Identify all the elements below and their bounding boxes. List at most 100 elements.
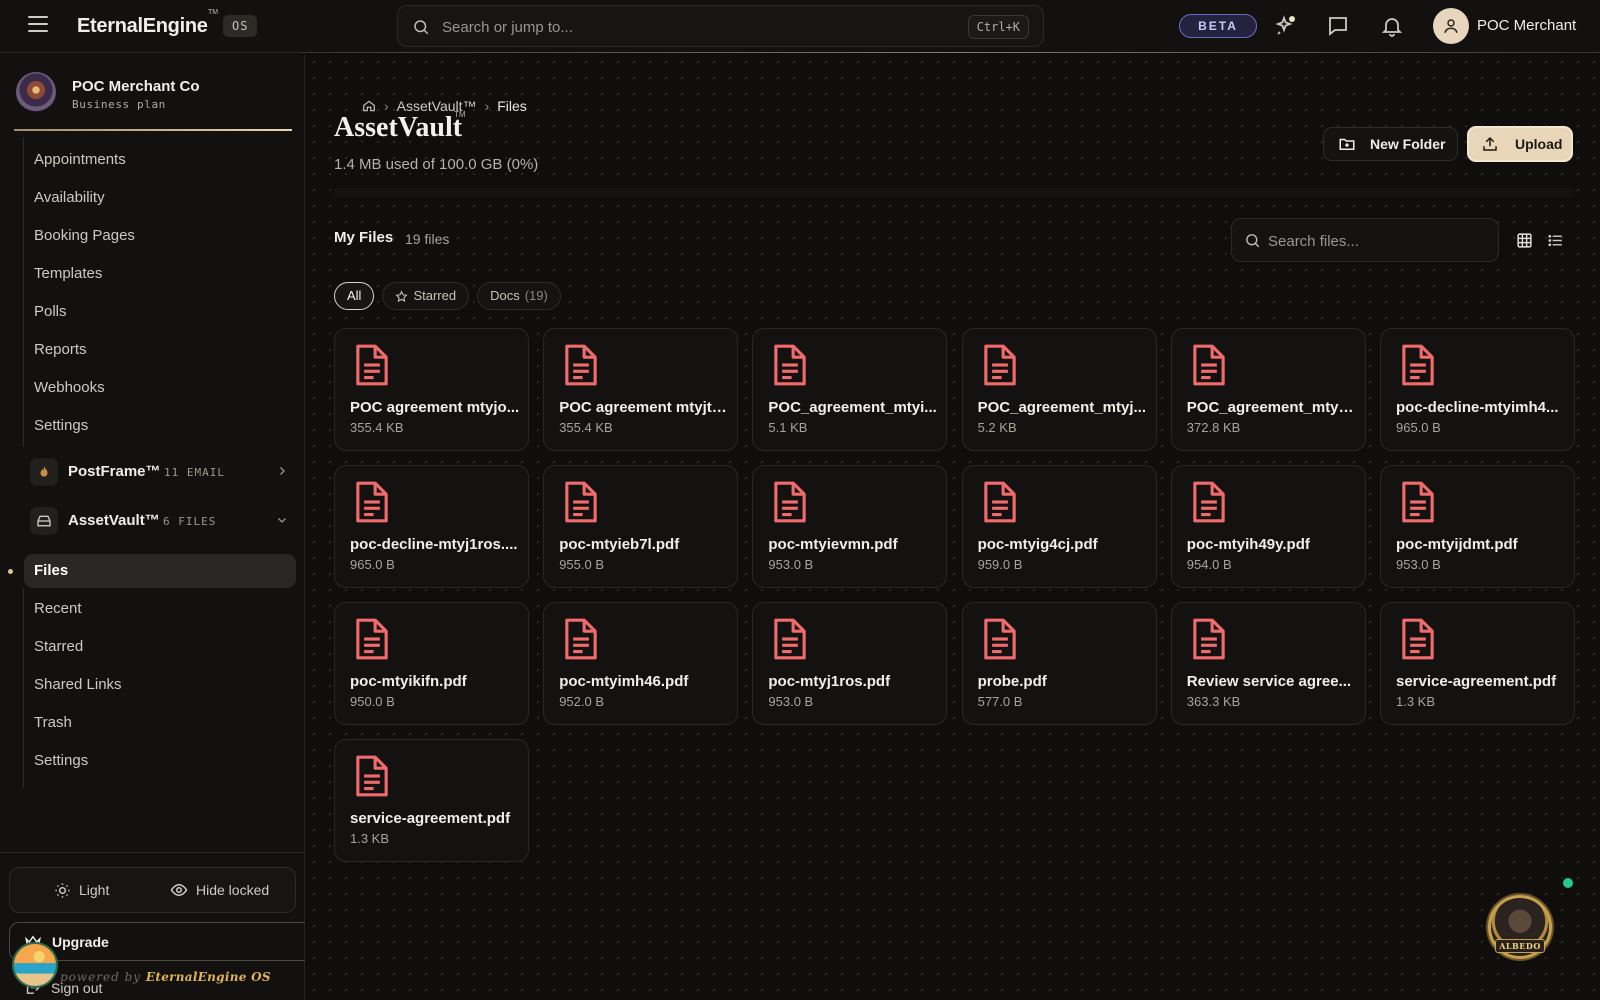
chevron-down-icon: [278, 518, 286, 523]
file-name: poc-mtyih49y.pdf: [1186, 536, 1310, 553]
filter-all-label: All: [347, 288, 362, 303]
pdf-file-icon: [774, 481, 807, 523]
sidebar-item-reports[interactable]: Reports: [34, 333, 87, 367]
list-view-icon[interactable]: [1540, 225, 1570, 255]
sidebar-item-trash[interactable]: Trash: [34, 706, 72, 740]
file-card[interactable]: poc-mtyieb7l.pdf 955.0 B: [543, 465, 739, 588]
theme-toggle[interactable]: Light: [54, 868, 109, 912]
sidebar-item-appointments[interactable]: Appointments: [34, 143, 126, 177]
file-card[interactable]: poc-mtyj1ros.pdf 953.0 B: [752, 602, 948, 725]
file-size: 1.3 KB: [1396, 694, 1436, 709]
pdf-file-icon: [565, 344, 597, 386]
brand-logo[interactable]: EternalEngine: [77, 15, 208, 38]
file-card[interactable]: poc-decline-mtyj1ros.... 965.0 B: [334, 465, 529, 588]
file-card[interactable]: poc-mtyih49y.pdf 954.0 B: [1170, 465, 1366, 588]
new-folder-label: New Folder: [1370, 136, 1446, 152]
sidebar-item-files[interactable]: Files: [24, 554, 296, 588]
new-folder-button[interactable]: New Folder: [1323, 127, 1458, 161]
file-card[interactable]: poc-mtyikifn.pdf 950.0 B: [334, 602, 529, 725]
file-card[interactable]: service-agreement.pdf 1.3 KB: [334, 739, 529, 862]
pdf-file-icon: [565, 618, 597, 660]
page-title: AssetVault: [334, 112, 463, 143]
pdf-file-icon: [1402, 618, 1434, 660]
pdf-file-icon: [774, 344, 807, 386]
sparkle-icon[interactable]: [1274, 14, 1300, 40]
sidebar-item-templates[interactable]: Templates: [34, 257, 102, 291]
filter-chips: All Starred Docs (19): [334, 282, 561, 310]
profile-avatar[interactable]: [12, 942, 58, 988]
sidebar-item-availability[interactable]: Availability: [34, 181, 105, 215]
file-search[interactable]: [1231, 218, 1499, 262]
file-card[interactable]: POC agreement mtyjt5... 355.4 KB: [543, 328, 739, 451]
file-size: 363.3 KB: [1186, 694, 1241, 709]
pdf-file-icon: [774, 618, 807, 660]
sidebar: POC Merchant Co Business plan Appointmen…: [0, 54, 305, 1000]
file-card[interactable]: poc-mtyijdmt.pdf 953.0 B: [1380, 465, 1575, 588]
sidebar-group-postframe[interactable]: PostFrame™ 11 EMAIL: [30, 455, 292, 489]
grid-view-icon[interactable]: [1509, 225, 1539, 255]
file-name: service-agreement.pdf: [1396, 673, 1557, 690]
file-name: poc-mtyikifn.pdf: [350, 673, 467, 690]
upload-button[interactable]: Upload: [1467, 126, 1573, 162]
filter-all[interactable]: All: [334, 282, 375, 310]
user-avatar[interactable]: [1433, 8, 1469, 44]
chat-icon[interactable]: [1326, 14, 1352, 40]
online-status-indicator: [1563, 878, 1573, 888]
sidebar-item-vault-settings[interactable]: Settings: [34, 744, 88, 778]
sidebar-item-settings[interactable]: Settings: [34, 409, 88, 443]
file-card[interactable]: probe.pdf 577.0 B: [961, 602, 1157, 725]
file-card[interactable]: poc-decline-mtyimh4... 965.0 B: [1380, 328, 1575, 451]
file-size: 953.0 B: [1396, 557, 1441, 572]
org-switcher[interactable]: POC Merchant Co Business plan: [16, 70, 291, 132]
sidebar-group-assetvault[interactable]: AssetVault™ 6 FILES: [30, 504, 292, 538]
file-size: 5.1 KB: [768, 420, 808, 435]
hide-locked-label: Hide locked: [196, 882, 270, 898]
file-size: 965.0 B: [350, 557, 395, 572]
bell-icon[interactable]: [1380, 14, 1406, 40]
file-card[interactable]: poc-mtyievmn.pdf 953.0 B: [752, 465, 948, 588]
file-count: 19 files: [405, 231, 450, 247]
upload-label: Upload: [1515, 136, 1563, 152]
sidebar-item-starred[interactable]: Starred: [34, 630, 83, 664]
sidebar-item-shared-links[interactable]: Shared Links: [34, 668, 122, 702]
nav-guide-line: [23, 138, 24, 446]
pdf-file-icon: [1193, 344, 1225, 386]
file-card[interactable]: poc-mtyig4cj.pdf 959.0 B: [961, 465, 1157, 588]
breadcrumb-separator-icon: ›: [484, 98, 490, 114]
menu-icon[interactable]: [28, 16, 48, 36]
sidebar-item-booking-pages[interactable]: Booking Pages: [34, 219, 135, 253]
user-name[interactable]: POC Merchant: [1477, 17, 1576, 34]
shortcut-hint: Ctrl+K: [967, 15, 1029, 39]
sun-icon: [55, 882, 70, 898]
sidebar-item-webhooks[interactable]: Webhooks: [34, 371, 105, 405]
file-name: POC_agreement_mtyjt...: [1186, 399, 1357, 416]
pdf-file-icon: [565, 481, 597, 523]
filter-starred[interactable]: Starred: [382, 282, 470, 310]
home-icon[interactable]: [362, 99, 376, 113]
filter-docs[interactable]: Docs (19): [477, 282, 561, 310]
upload-icon: [1483, 136, 1497, 151]
sidebar-item-polls[interactable]: Polls: [34, 295, 67, 329]
file-name: POC agreement mtyjo...: [350, 399, 520, 416]
file-card[interactable]: poc-mtyimh46.pdf 952.0 B: [543, 602, 739, 725]
pdf-file-icon: [1193, 481, 1225, 523]
main-content: › AssetVault™ › Files AssetVault TM 1.4 …: [306, 54, 1600, 1000]
file-search-input[interactable]: [1268, 231, 1483, 251]
file-card[interactable]: Review service agree... 363.3 KB: [1170, 602, 1366, 725]
global-search[interactable]: Ctrl+K: [397, 5, 1044, 47]
file-card[interactable]: POC_agreement_mtyj... 5.2 KB: [961, 328, 1157, 451]
pdf-file-icon: [1402, 344, 1434, 386]
sidebar-item-recent[interactable]: Recent: [34, 592, 82, 626]
file-card[interactable]: service-agreement.pdf 1.3 KB: [1380, 602, 1575, 725]
file-card[interactable]: POC_agreement_mtyi... 5.1 KB: [752, 328, 948, 451]
pdf-file-icon: [356, 481, 388, 523]
assetvault-icon: [30, 507, 58, 535]
assetvault-meta: 6 FILES: [163, 515, 217, 528]
file-name: poc-mtyimh46.pdf: [559, 673, 689, 690]
file-card[interactable]: POC_agreement_mtyjt... 372.8 KB: [1170, 328, 1366, 451]
file-card[interactable]: POC agreement mtyjo... 355.4 KB: [334, 328, 529, 451]
powered-by: powered by EternalEngine OS: [60, 970, 271, 984]
file-size: 577.0 B: [977, 694, 1023, 709]
global-search-input[interactable]: [442, 16, 922, 38]
hide-locked-toggle[interactable]: Hide locked: [170, 868, 269, 912]
